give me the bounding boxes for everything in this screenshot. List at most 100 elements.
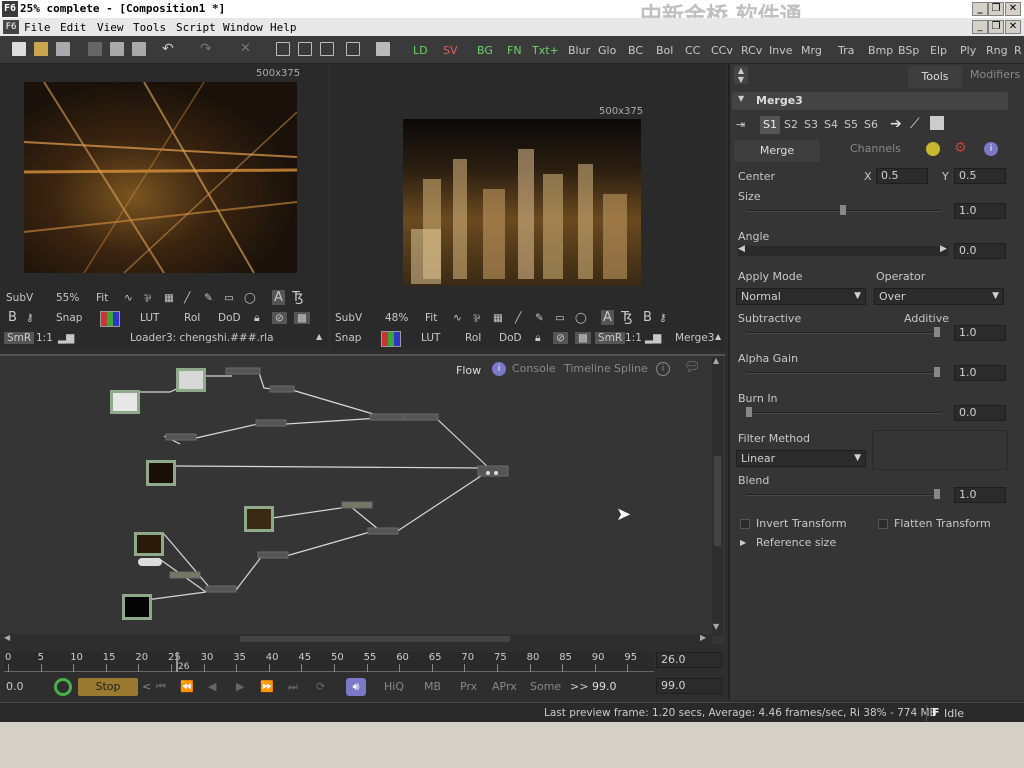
audio-icon[interactable]: 🔊︎	[346, 678, 366, 696]
wand-icon[interactable]: ✎	[204, 292, 213, 304]
refresh-icon[interactable]: ⟳	[316, 680, 325, 693]
tool-bc[interactable]: BC	[628, 44, 643, 57]
go-start-icon[interactable]: ⏮	[156, 680, 166, 694]
rectangle-icon[interactable]: ▭	[224, 292, 234, 304]
tool-info-icon[interactable]: i	[984, 142, 998, 156]
slot-s2[interactable]: S2	[784, 118, 798, 131]
size-slider[interactable]	[746, 205, 942, 215]
overlay-icon[interactable]: ⊘	[272, 312, 287, 324]
blend-slider[interactable]	[746, 489, 942, 499]
node-thumb-4[interactable]	[244, 506, 274, 532]
viewer-right-b[interactable]: B	[643, 310, 652, 325]
subtab-merge[interactable]: Merge	[734, 140, 820, 162]
viewer-right-fit[interactable]: Fit	[425, 312, 437, 324]
save-icon[interactable]	[56, 42, 70, 56]
tool-bsp[interactable]: BSp	[898, 44, 919, 57]
tab-modifiers[interactable]: Modifiers	[970, 68, 1020, 81]
hiq-button[interactable]: HiQ	[384, 680, 404, 693]
scroll-down-icon[interactable]: ▼	[713, 622, 719, 631]
polyline-icon[interactable]: ⅌	[473, 312, 480, 326]
viewer-right-zoom[interactable]: 48%	[385, 312, 408, 324]
settings-gear-icon[interactable]: ⚙	[954, 140, 967, 156]
radioactive-icon[interactable]	[926, 142, 940, 156]
ellipse-icon[interactable]: ◯	[244, 292, 256, 304]
undo-icon[interactable]: ↶	[162, 41, 174, 57]
angle-dial[interactable]: ◀ ▶	[738, 244, 948, 256]
slot-s6[interactable]: S6	[864, 118, 878, 131]
time-ruler[interactable]: 0 5 10 15 20 25 30 35 40 45 50 55 60 65 70 75 80 85 90 95 2…	[4, 652, 654, 672]
arrow-icon[interactable]: ➔	[890, 116, 902, 132]
wand-icon[interactable]: ✎	[535, 312, 544, 324]
spline-icon[interactable]: ∿	[124, 292, 133, 304]
layout-3-icon[interactable]	[320, 42, 334, 56]
viewer-right-menu-icon[interactable]: ▲	[715, 332, 721, 341]
stop-button[interactable]: Stop	[78, 678, 138, 696]
start-time-field[interactable]: 0.0	[6, 680, 24, 693]
tool-ccv[interactable]: CCv	[711, 44, 733, 57]
apply-mode-dropdown[interactable]: Normal ▼	[736, 288, 866, 305]
layout-1-icon[interactable]	[276, 42, 290, 56]
alpha-gain-slider[interactable]	[746, 367, 942, 377]
node-thumb-6[interactable]	[122, 594, 152, 620]
aprx-button[interactable]: APrx	[492, 680, 517, 693]
viewer-right-dod[interactable]: DoD	[499, 332, 522, 344]
maximize-button[interactable]: ❐	[988, 2, 1004, 16]
layout-2-icon[interactable]	[298, 42, 312, 56]
checker-icon[interactable]: ▩	[294, 312, 310, 324]
layout-4-icon[interactable]	[346, 42, 360, 56]
gradient-icon[interactable]: ▦	[164, 292, 174, 304]
close-button[interactable]: ✕	[1005, 2, 1021, 16]
menu-window[interactable]: Window	[223, 21, 263, 34]
flatten-transform-checkbox[interactable]	[878, 519, 888, 529]
pin-icon[interactable]: ⇥	[736, 118, 745, 131]
filter-method-dropdown[interactable]: Linear ▼	[736, 450, 866, 467]
slot-s4[interactable]: S4	[824, 118, 838, 131]
viewer-right[interactable]: 500x375 SubV 48% Fit ∿ ⅌ ▦ ╱ ✎ ▭ ◯ A Ꜩ B…	[331, 64, 725, 350]
viewer-left-subv[interactable]: SubV	[6, 292, 33, 304]
render-end-field[interactable]: 99.0	[592, 680, 617, 693]
open-icon[interactable]	[34, 42, 48, 56]
text-ab-icon[interactable]: Ꜩ	[621, 310, 632, 325]
redo-icon[interactable]: ↷	[200, 41, 212, 57]
some-button[interactable]: Some	[530, 680, 561, 693]
viewer-left-dod[interactable]: DoD	[218, 312, 241, 324]
tool-bol[interactable]: Bol	[656, 44, 673, 57]
tool-glo[interactable]: Glo	[598, 44, 616, 57]
gradient-icon[interactable]: ▦	[493, 312, 503, 324]
viewer-left-lut[interactable]: LUT	[140, 312, 159, 324]
mb-button[interactable]: MB	[424, 680, 441, 693]
burn-in-slider[interactable]	[746, 407, 942, 417]
rgb-channel-icon[interactable]	[381, 331, 401, 347]
rewind-icon[interactable]: ⏪	[180, 680, 194, 693]
tool-ld[interactable]: LD	[413, 44, 428, 57]
viewer-right-snap[interactable]: Snap	[335, 332, 361, 344]
prev-marker-icon[interactable]: <	[142, 680, 151, 693]
tool-rng[interactable]: Rng	[986, 44, 1008, 57]
viewer-right-smr[interactable]: SmR	[595, 332, 626, 344]
alpha-gain-field[interactable]: 1.0	[954, 365, 1006, 381]
slot-s5[interactable]: S5	[844, 118, 858, 131]
node-thumb-1[interactable]	[176, 368, 206, 392]
tool-mrg[interactable]: Mrg	[801, 44, 822, 57]
viewer-left-smr[interactable]: SmR	[4, 332, 35, 344]
fast-forward-icon[interactable]: ⏩	[260, 680, 274, 693]
rectangle-icon[interactable]: ▭	[555, 312, 565, 324]
burn-in-field[interactable]: 0.0	[954, 405, 1006, 421]
paste-icon[interactable]	[132, 42, 146, 56]
tool-bmp[interactable]: Bmp	[868, 44, 893, 57]
tool-fn[interactable]: FN	[507, 44, 522, 57]
render-icon[interactable]	[376, 42, 390, 56]
scroll-left-icon[interactable]: ◀	[4, 633, 10, 642]
doc-minimize-button[interactable]: _	[972, 20, 988, 34]
menu-help[interactable]: Help	[270, 21, 297, 34]
tool-ply[interactable]: Ply	[960, 44, 976, 57]
save-settings-icon[interactable]	[930, 116, 944, 130]
viewer-left-b[interactable]: B	[8, 310, 17, 325]
invert-transform-checkbox[interactable]	[740, 519, 750, 529]
lock-icon[interactable]: 🔒︎	[254, 312, 260, 325]
menu-edit[interactable]: Edit	[60, 21, 87, 34]
viewer-left-zoom[interactable]: 55%	[56, 292, 79, 304]
loop-icon[interactable]	[54, 678, 72, 696]
prx-button[interactable]: Prx	[460, 680, 477, 693]
text-a-icon[interactable]: A	[272, 290, 285, 305]
